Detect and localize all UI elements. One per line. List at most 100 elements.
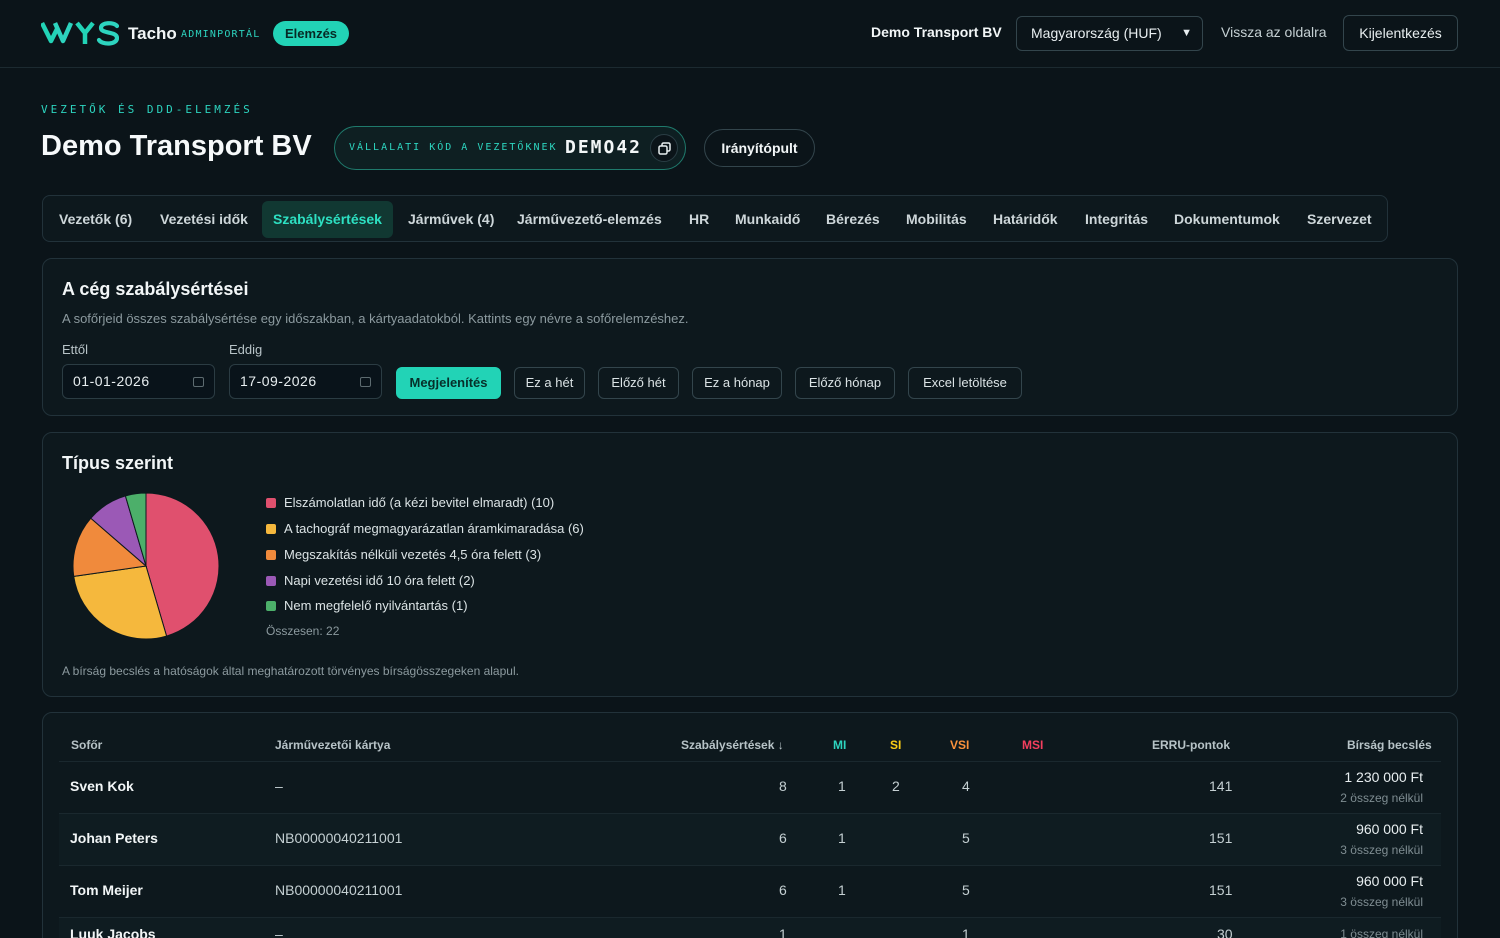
driver-name[interactable]: Tom Meijer [70,882,143,898]
tab-driving-times[interactable]: Vezetési idők [149,201,259,238]
excel-download-button[interactable]: Excel letöltése [908,367,1022,399]
violations-count: 1 [779,926,787,938]
legend-label: Megszakítás nélküli vezetés 4,5 óra fele… [284,547,542,562]
legend-item: Nem megfelelő nyilvántartás (1) [266,598,468,613]
vsi-count: 4 [962,778,970,794]
column-header-mi[interactable]: MI [833,738,846,752]
driver-name[interactable]: Johan Peters [70,830,158,846]
tab-payroll[interactable]: Bérezés [815,201,891,238]
fine-estimate: 960 000 Ft [1356,821,1423,837]
legend-label: Nem megfelelő nyilvántartás (1) [284,598,468,613]
tab-violations[interactable]: Szabálysértések [262,201,393,238]
legend-swatch [266,576,276,586]
column-header-card[interactable]: Járművezetői kártya [275,738,390,752]
page-title: Demo Transport BV [41,130,312,162]
vsi-count: 1 [962,926,970,938]
fine-estimate: 960 000 Ft [1356,873,1423,889]
mode-badge: Elemzés [273,21,350,46]
driver-card: – [275,778,283,794]
erru-points: 151 [1209,830,1233,846]
erru-points: 141 [1209,778,1233,794]
back-link[interactable]: Vissza az oldalra [1221,24,1327,40]
erru-points: 30 [1217,926,1233,938]
to-date-label: Eddig [229,342,263,357]
driver-name[interactable]: Sven Kok [70,778,134,794]
column-header-violations[interactable]: Szabálysértések ↓ [681,738,784,752]
fine-estimate-note: A bírság becslés a hatóságok által megha… [62,664,519,678]
legend-swatch [266,550,276,560]
tab-vehicles[interactable]: Járművek (4) [397,201,505,238]
tab-mobility[interactable]: Mobilitás [895,201,978,238]
fine-unpriced-count: 1 összeg nélkül [1340,927,1423,938]
table-row[interactable]: Tom Meijer NB00000040211001 6 1 5 151 96… [59,865,1441,917]
tab-deadlines[interactable]: Határidők [982,201,1069,238]
chevron-down-icon: ▼ [1181,27,1192,39]
si-count: 2 [892,778,900,794]
this-week-button[interactable]: Ez a hét [514,367,585,399]
violations-count: 8 [779,778,787,794]
mi-count: 1 [838,778,846,794]
to-date-value: 17-09-2026 [240,373,317,389]
legend-swatch [266,524,276,534]
violations-count: 6 [779,882,787,898]
fine-unpriced-count: 3 összeg nélkül [1340,843,1423,857]
tab-integrity[interactable]: Integritás [1074,201,1159,238]
logo[interactable] [41,17,119,49]
table-row[interactable]: Johan Peters NB00000040211001 6 1 5 151 … [59,813,1441,865]
legend-item: Elszámolatlan idő (a kézi bevitel elmara… [266,495,554,510]
logout-button[interactable]: Kijelentkezés [1343,15,1458,51]
vsi-count: 5 [962,830,970,846]
previous-month-button[interactable]: Előző hónap [795,367,895,399]
tab-bar: Vezetők (6) Vezetési idők Szabálysértése… [42,195,1388,242]
tab-organization[interactable]: Szervezet [1296,201,1383,238]
table-row[interactable]: Sven Kok – 8 1 2 4 141 1 230 000 Ft 2 ös… [59,761,1441,813]
legend-item: Megszakítás nélküli vezetés 4,5 óra fele… [266,547,541,562]
copy-icon [658,142,671,155]
fine-estimate: 1 230 000 Ft [1344,769,1423,785]
driver-name[interactable]: Luuk Jacobs [70,926,156,938]
from-date-input[interactable]: 01-01-2026 [62,364,215,399]
tab-documents[interactable]: Dokumentumok [1163,201,1291,238]
column-header-erru[interactable]: ERRU-pontok [1152,738,1230,752]
driver-card: – [275,926,283,938]
calendar-icon[interactable] [360,377,371,387]
driver-card: NB00000040211001 [275,882,403,898]
legend-swatch [266,498,276,508]
legend-swatch [266,601,276,611]
legend-label: Elszámolatlan idő (a kézi bevitel elmara… [284,495,555,510]
country-select[interactable]: Magyarország (HUF) ▼ [1016,16,1203,51]
this-month-button[interactable]: Ez a hónap [692,367,782,399]
copy-code-button[interactable] [650,134,678,162]
violations-by-type-card: Típus szerint Elszámolatlan idő (a kézi … [42,432,1458,697]
mi-count: 1 [838,882,846,898]
column-header-si[interactable]: SI [890,738,901,752]
table-row[interactable]: Luuk Jacobs – 1 1 30 1 összeg nélkül [59,917,1441,938]
violations-count: 6 [779,830,787,846]
tab-working-time[interactable]: Munkaidő [724,201,811,238]
tab-hr[interactable]: HR [678,201,720,238]
tab-drivers[interactable]: Vezetők (6) [48,201,143,238]
header-company-name: Demo Transport BV [871,24,1002,40]
column-header-msi[interactable]: MSI [1022,738,1043,752]
fine-unpriced-count: 3 összeg nélkül [1340,895,1423,909]
tab-driver-analysis[interactable]: Járművezető-elemzés [506,201,673,238]
to-date-input[interactable]: 17-09-2026 [229,364,382,399]
legend-label: A tachográf megmagyarázatlan áramkimarad… [284,521,584,536]
fine-unpriced-count: 2 összeg nélkül [1340,791,1423,805]
legend-item: A tachográf megmagyarázatlan áramkimarad… [266,521,584,536]
show-button[interactable]: Megjelenítés [396,367,501,399]
from-date-label: Ettől [62,342,89,357]
legend-label: Napi vezetési idő 10 óra felett (2) [284,573,475,588]
column-header-vsi[interactable]: VSI [950,738,969,752]
dashboard-button[interactable]: Irányítópult [704,129,815,167]
column-header-fine[interactable]: Bírság becslés [1347,738,1432,752]
company-code-pill: VÁLLALATI KÓD A VEZETŐKNEK DEMO42 [334,126,686,170]
top-bar: Tacho ADMINPORTÁL Elemzés Demo Transport… [0,0,1500,68]
company-code-label: VÁLLALATI KÓD A VEZETŐKNEK [349,142,558,153]
violations-filter-card: A cég szabálysértései A sofőrjeid összes… [42,258,1458,416]
calendar-icon[interactable] [193,377,204,387]
country-select-value: Magyarország (HUF) [1031,25,1162,41]
column-header-driver[interactable]: Sofőr [71,738,102,752]
previous-week-button[interactable]: Előző hét [598,367,679,399]
violations-total: Összesen: 22 [266,624,340,638]
